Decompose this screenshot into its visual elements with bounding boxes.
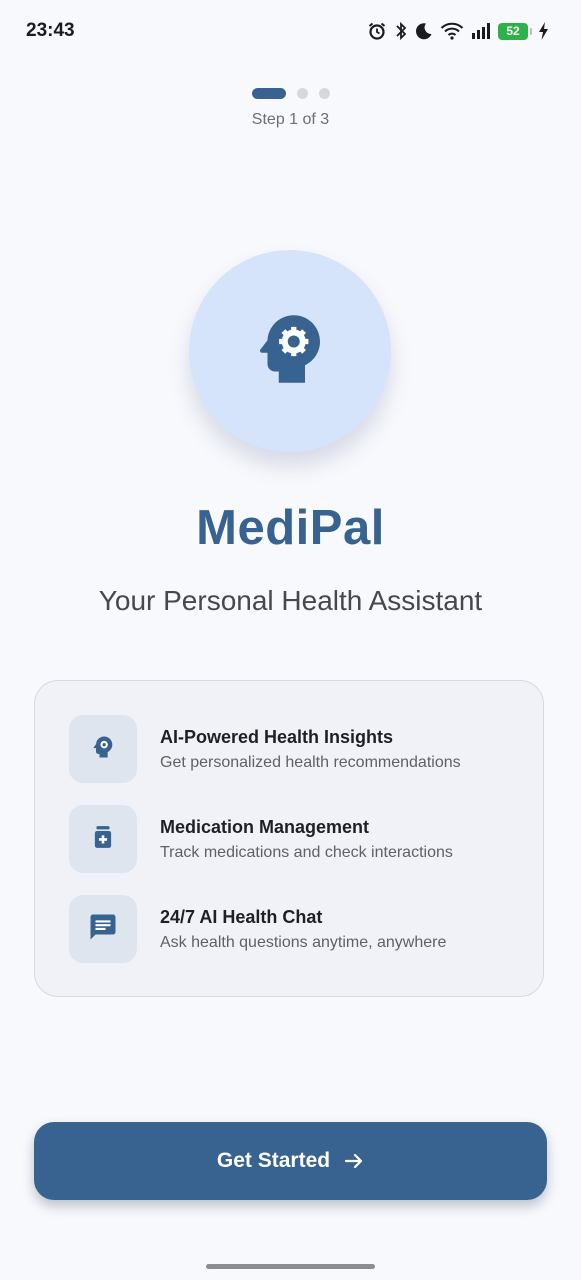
features-card: AI-Powered Health Insights Get personali… [34,680,544,997]
app-title: MediPal [196,501,385,555]
onboarding-stepper: Step 1 of 3 [0,86,581,129]
feature-title: AI-Powered Health Insights [160,726,394,747]
step-label: Step 1 of 3 [251,111,330,128]
onboarding-screen: 23:43 52 Step 1 of 3 MediPal Your Person… [0,0,581,1280]
battery-icon: 52 [498,22,532,40]
wifi-icon [440,22,464,40]
step-dot [296,87,308,99]
feature-description: Get personalized health recommendations [160,753,461,771]
head-gear-icon [245,304,335,399]
get-started-button[interactable]: Get Started [34,1122,547,1200]
head-gear-icon [89,733,117,766]
charging-icon [538,22,549,40]
step-dot-active [251,87,286,99]
status-time: 23:43 [26,20,75,41]
arrow-right-icon [344,1151,364,1171]
bluetooth-icon [394,21,408,41]
feature-icon-box [69,805,137,873]
feature-item-chat: 24/7 AI Health Chat Ask health questions… [69,895,446,963]
alarm-icon [367,21,387,41]
feature-description: Track medications and check interactions [160,843,453,861]
feature-title: Medication Management [160,816,370,837]
moon-icon [415,22,433,40]
status-bar: 23:43 52 [0,0,581,64]
feature-item-medication: Medication Management Track medications … [69,805,453,873]
home-indicator[interactable] [206,1264,375,1269]
feature-title: 24/7 AI Health Chat [160,906,323,927]
hero-logo [189,250,391,452]
feature-icon-box [69,715,137,783]
feature-icon-box [69,895,137,963]
chat-icon [88,912,118,947]
signal-icon [471,22,491,40]
step-dots [0,86,581,100]
step-dot [318,87,330,99]
app-tagline: Your Personal Health Assistant [98,585,483,616]
feature-item-ai-insights: AI-Powered Health Insights Get personali… [69,715,461,783]
status-icons: 52 [367,21,549,41]
get-started-label: Get Started [216,1149,331,1172]
feature-description: Ask health questions anytime, anywhere [160,933,447,951]
medication-icon [90,824,116,855]
